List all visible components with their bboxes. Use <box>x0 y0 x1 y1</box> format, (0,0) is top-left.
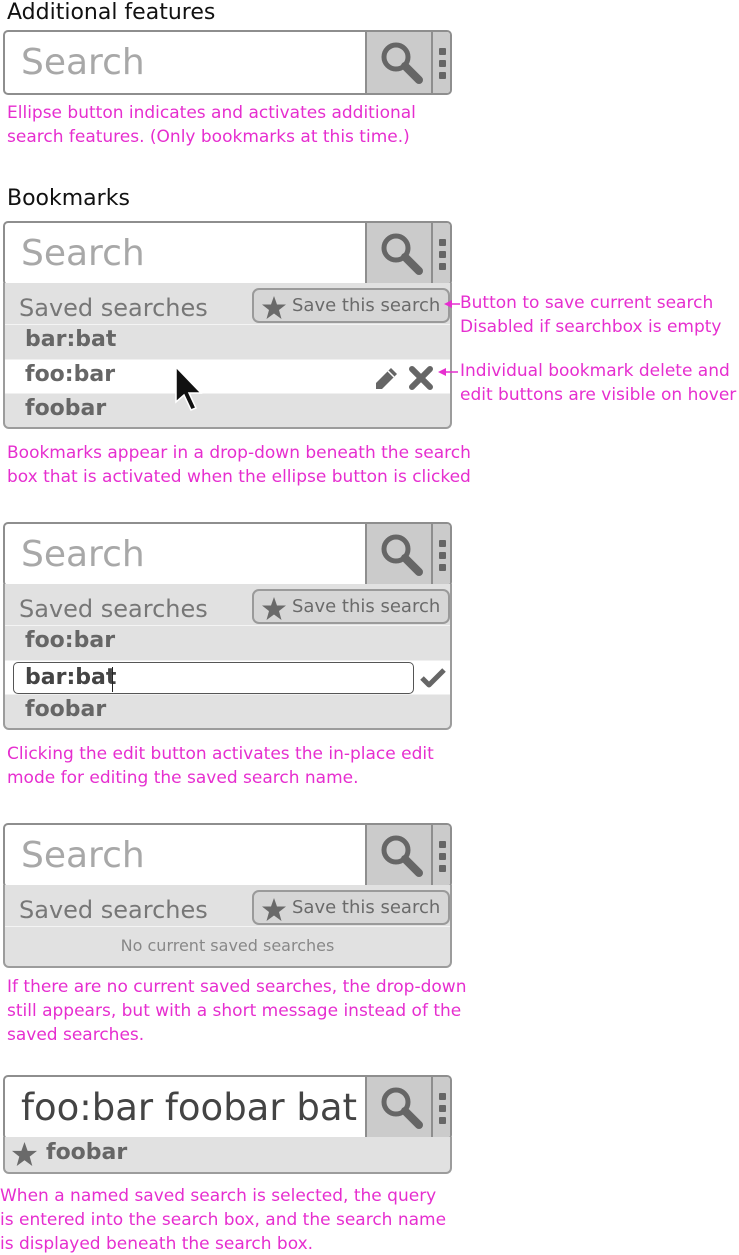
search-box: Search <box>3 30 452 95</box>
search-input[interactable]: foo:bar foobar bat <box>5 1077 365 1138</box>
search-box: Search <box>3 823 452 888</box>
section-title-bookmarks: Bookmarks <box>7 186 130 211</box>
ellipsis-icon <box>439 239 446 246</box>
saved-search-item[interactable]: foobar <box>5 393 450 427</box>
check-icon[interactable] <box>420 668 446 688</box>
note-named: When a named saved search is selected, t… <box>0 1186 447 1254</box>
save-search-label: Save this search <box>292 897 441 918</box>
note-empty: If there are no current saved searches, … <box>7 977 467 1045</box>
saved-searches-dropdown: Saved searches Save this search bar:bat … <box>3 283 452 429</box>
note-dropdown: Bookmarks appear in a drop-down beneath … <box>7 443 471 487</box>
search-input[interactable]: Search <box>5 32 365 93</box>
arrow-hover-buttons <box>438 368 458 376</box>
save-search-button[interactable]: Save this search <box>252 589 450 624</box>
star-icon <box>262 597 286 620</box>
arrow-save-button <box>444 300 460 308</box>
search-input[interactable]: Search <box>5 223 365 284</box>
search-icon <box>381 233 423 275</box>
note-ellipsis: Ellipse button indicates and activates a… <box>7 103 416 147</box>
search-icon <box>381 1087 423 1129</box>
dropdown-header: Saved searches Save this search <box>5 283 450 325</box>
ellipsis-button[interactable] <box>431 1077 450 1138</box>
star-icon <box>262 898 286 921</box>
ellipsis-button[interactable] <box>431 825 450 886</box>
ellipsis-icon <box>439 540 446 547</box>
search-icon <box>381 42 423 84</box>
ellipsis-icon <box>439 48 446 55</box>
saved-search-item-hovered[interactable]: foo:bar <box>5 359 450 393</box>
search-button[interactable] <box>365 32 431 93</box>
search-box: Search <box>3 522 452 587</box>
empty-message: No current saved searches <box>120 936 335 955</box>
dropdown-header: Saved searches Save this search <box>5 885 450 927</box>
saved-search-item[interactable]: bar:bat <box>5 325 450 359</box>
dropdown-title: Saved searches <box>19 294 208 322</box>
search-icon <box>381 534 423 576</box>
ellipsis-button[interactable] <box>431 32 450 93</box>
searchbox-widget-basic: Search <box>3 30 452 95</box>
ellipsis-icon <box>439 841 446 848</box>
note-save-button: Button to save current search Disabled i… <box>460 293 722 337</box>
search-button[interactable] <box>365 825 431 886</box>
save-search-button[interactable]: Save this search <box>252 890 450 925</box>
selected-search-name: foobar <box>3 1137 452 1174</box>
cursor-icon <box>175 365 203 411</box>
dropdown-header: Saved searches Save this search <box>5 584 450 626</box>
search-button[interactable] <box>365 223 431 284</box>
note-edit: Clicking the edit button activates the i… <box>7 744 434 788</box>
searchbox-widget-named: foo:bar foobar bat foobar <box>3 1075 452 1174</box>
text-caret <box>112 667 113 692</box>
searchbox-widget-edit: Search Saved searches Save this search f… <box>3 522 452 730</box>
star-icon <box>262 296 286 319</box>
saved-search-item[interactable]: foo:bar <box>5 626 450 660</box>
search-button[interactable] <box>365 1077 431 1138</box>
dropdown-title: Saved searches <box>19 595 208 623</box>
pencil-icon[interactable] <box>374 367 398 391</box>
searchbox-widget-hover: Search Saved searches Save this search b… <box>3 221 452 429</box>
rename-input[interactable]: bar:bat <box>13 662 414 694</box>
search-input[interactable]: Search <box>5 825 365 886</box>
searchbox-widget-empty: Search Saved searches Save this search N… <box>3 823 452 968</box>
ellipsis-icon <box>439 1093 446 1100</box>
ellipsis-button[interactable] <box>431 524 450 585</box>
section-title-additional: Additional features <box>7 0 216 25</box>
ellipsis-button[interactable] <box>431 223 450 284</box>
saved-searches-dropdown: Saved searches Save this search foo:bar … <box>3 584 452 730</box>
selected-search-label: foobar <box>46 1140 128 1165</box>
save-search-label: Save this search <box>292 295 441 316</box>
note-hover-buttons: Individual bookmark delete and edit butt… <box>460 361 737 405</box>
save-search-label: Save this search <box>292 596 441 617</box>
search-icon <box>381 835 423 877</box>
dropdown-title: Saved searches <box>19 896 208 924</box>
close-icon[interactable] <box>409 366 433 390</box>
saved-searches-dropdown: Saved searches Save this search No curre… <box>3 885 452 968</box>
search-box: foo:bar foobar bat <box>3 1075 452 1140</box>
star-icon <box>12 1142 37 1166</box>
search-input[interactable]: Search <box>5 524 365 585</box>
save-search-button[interactable]: Save this search <box>252 288 450 323</box>
saved-search-item-editing: bar:bat <box>5 660 450 694</box>
search-box: Search <box>3 221 452 286</box>
search-button[interactable] <box>365 524 431 585</box>
saved-search-item[interactable]: foobar <box>5 694 450 728</box>
